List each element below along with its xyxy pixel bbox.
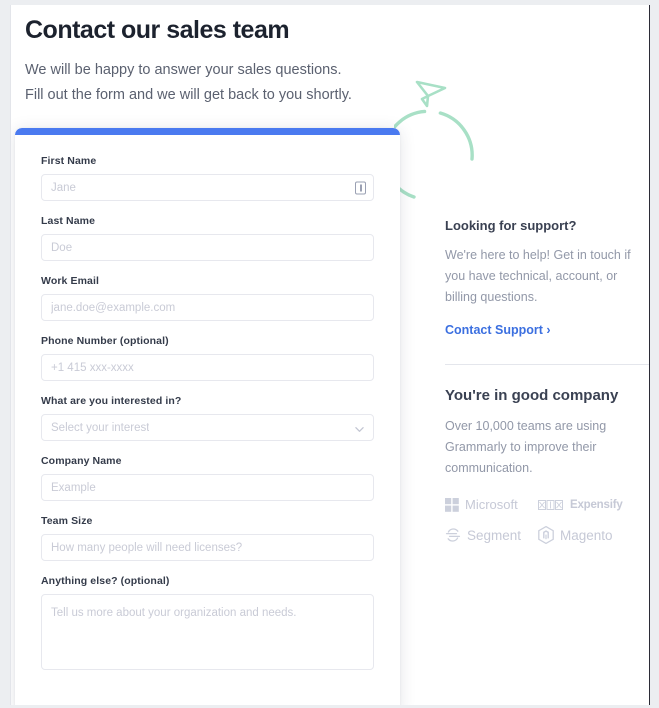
label-first-name: First Name [41,155,97,167]
logo-expensify: Expensify [538,497,649,512]
support-heading: Looking for support? [445,218,577,233]
expensify-logo-icon [538,499,563,510]
label-work-email: Work Email [41,275,99,287]
label-interest: What are you interested in? [41,395,182,407]
page-title: Contact our sales team [25,16,290,44]
company-name-placeholder: Example [51,481,96,494]
support-section: Looking for support? We're here to help!… [445,218,649,339]
logo-expensify-label: Expensify [570,498,623,511]
good-company-section: You're in good company Over 10,000 teams… [445,387,649,544]
page-content: Contact our sales team We will be happy … [10,5,650,705]
field-anything-else: Anything else? (optional) Tell us more a… [41,575,374,670]
label-team-size: Team Size [41,515,93,527]
first-name-placeholder: Jane [51,181,76,194]
interest-placeholder: Select your interest [51,421,150,434]
team-size-input[interactable]: How many people will need licenses? [41,534,374,561]
magento-logo-icon [538,526,554,544]
phone-number-input[interactable]: +1 415 xxx-xxxx [41,354,374,381]
work-email-input[interactable]: jane.doe@example.com [41,294,374,321]
info-sidebar: Looking for support? We're here to help!… [445,218,649,544]
field-interest: What are you interested in? Select your … [41,395,374,441]
customer-logos: Microsoft Expensify Segment Magento [445,497,649,544]
field-work-email: Work Email jane.doe@example.com [41,275,374,321]
logo-magento-label: Magento [560,527,613,543]
last-name-placeholder: Doe [51,241,73,254]
logo-segment-label: Segment [467,527,522,543]
logo-magento: Magento [538,526,649,544]
subtitle-line-2: Fill out the form and we will get back t… [25,87,352,103]
subtitle-line-1: We will be happy to answer your sales qu… [25,62,342,78]
last-name-input[interactable]: Doe [41,234,374,261]
anything-else-textarea[interactable]: Tell us more about your organization and… [41,594,374,670]
good-company-heading: You're in good company [445,387,619,404]
anything-else-placeholder: Tell us more about your organization and… [51,607,297,619]
support-body: We're here to help! Get in touch if you … [445,248,631,304]
contact-support-link[interactable]: Contact Support › [445,323,551,337]
autofill-icon[interactable] [355,181,366,194]
field-last-name: Last Name Doe [41,215,374,261]
team-size-placeholder: How many people will need licenses? [51,541,243,554]
work-email-placeholder: jane.doe@example.com [51,301,176,314]
microsoft-logo-icon [445,497,459,512]
interest-select[interactable]: Select your interest [41,414,374,441]
label-last-name: Last Name [41,215,96,227]
company-name-input[interactable]: Example [41,474,374,501]
field-team-size: Team Size How many people will need lice… [41,515,374,561]
label-company-name: Company Name [41,455,122,467]
browser-viewport: Contact our sales team We will be happy … [0,0,659,708]
label-anything-else: Anything else? (optional) [41,575,170,587]
label-phone-number: Phone Number (optional) [41,335,169,347]
field-company-name: Company Name Example [41,455,374,501]
good-company-body: Over 10,000 teams are using Grammarly to… [445,419,607,475]
page-subtitle: We will be happy to answer your sales qu… [25,58,649,108]
page-header: Contact our sales team We will be happy … [11,5,649,108]
contact-form-card: First Name Jane Last Name Doe Work Email [15,128,400,705]
logo-microsoft: Microsoft [445,497,538,512]
field-first-name: First Name Jane [41,155,374,201]
card-accent-bar [15,128,400,135]
phone-number-placeholder: +1 415 xxx-xxxx [51,361,134,374]
chevron-down-icon [355,426,364,432]
contact-form: First Name Jane Last Name Doe Work Email [15,135,400,705]
circular-arc-icon [394,109,474,199]
first-name-input[interactable]: Jane [41,174,374,201]
field-phone-number: Phone Number (optional) +1 415 xxx-xxxx [41,335,374,381]
sidebar-divider [445,364,649,365]
logo-segment: Segment [445,526,538,544]
segment-logo-icon [445,528,461,542]
logo-microsoft-label: Microsoft [465,497,518,512]
